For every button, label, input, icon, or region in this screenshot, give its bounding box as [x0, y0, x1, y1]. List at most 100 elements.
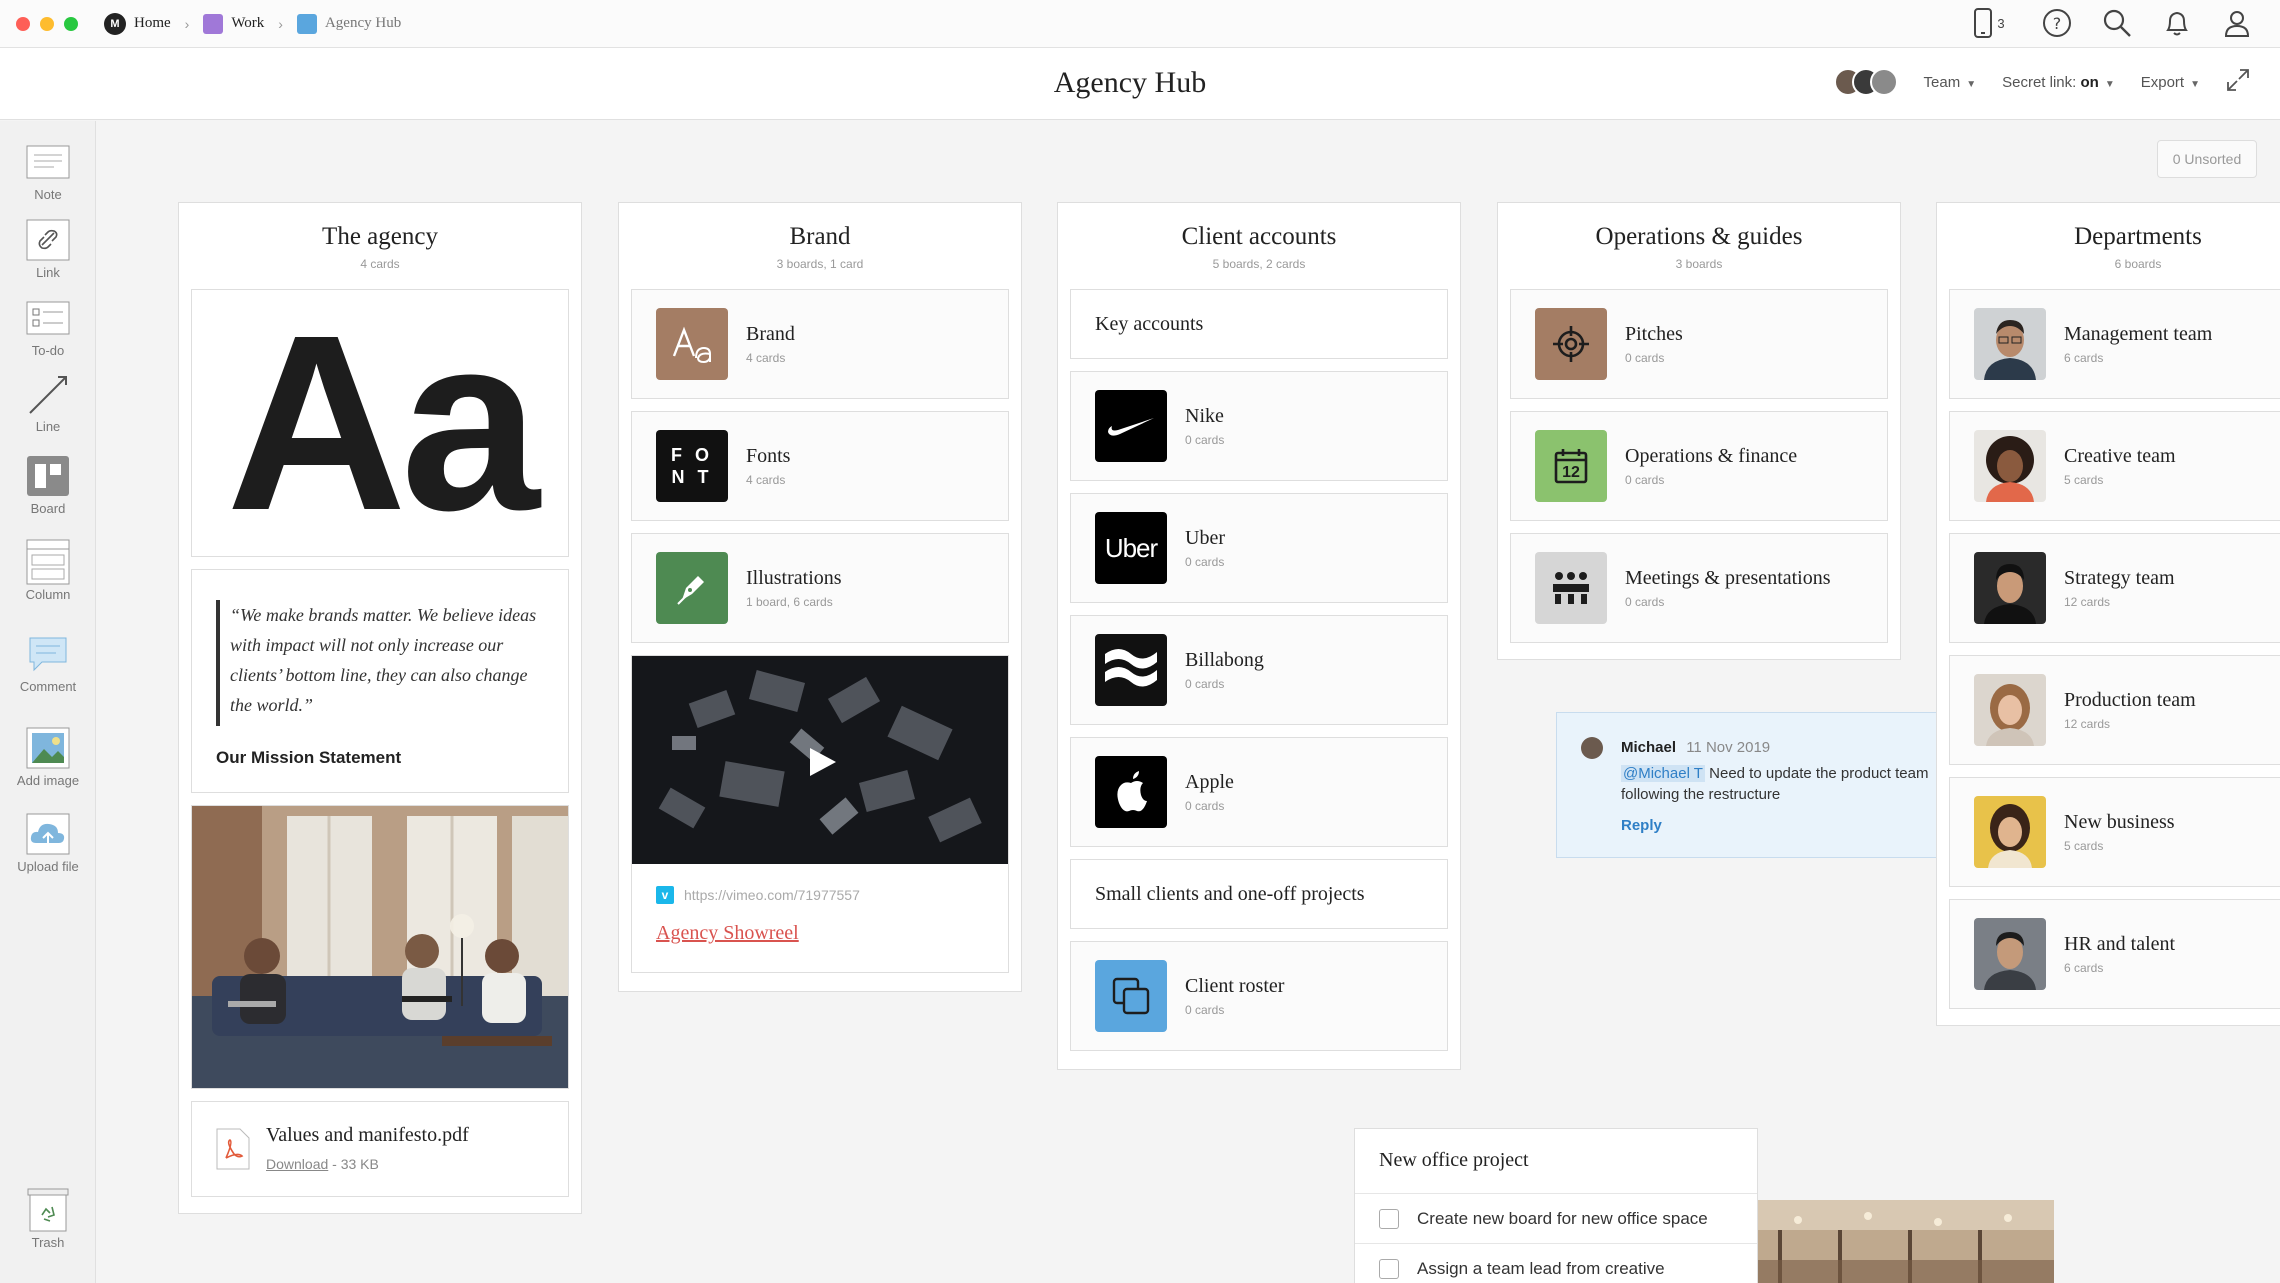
search-icon — [2103, 9, 2131, 37]
export-dropdown[interactable]: Export ▼ — [2141, 74, 2200, 91]
board-pitches[interactable]: Pitches 0 cards — [1510, 289, 1888, 399]
board-title-bar: Agency Hub Team ▼ Secret link: on ▼ Export… — [0, 48, 2280, 120]
board-brand[interactable]: Brand 4 cards — [631, 289, 1009, 399]
mobile-devices-button[interactable]: 3 — [1964, 6, 2014, 40]
board-management-team[interactable]: Management team 6 cards — [1949, 289, 2280, 399]
board-production-team[interactable]: Production team 12 cards — [1949, 655, 2280, 765]
comment-tool[interactable]: Comment — [0, 635, 96, 694]
phone-icon — [1974, 8, 1993, 38]
board-nike[interactable]: Nike 0 cards — [1070, 371, 1448, 481]
board-color-icon — [296, 13, 317, 34]
pen-nib-icon — [677, 576, 704, 605]
person-photo — [1974, 552, 2046, 624]
column-title[interactable]: Client accounts — [1058, 223, 1460, 251]
todo-checkbox[interactable] — [1379, 1208, 1399, 1229]
meeting-people-icon — [1535, 552, 1607, 624]
column-title[interactable]: Departments — [1937, 223, 2280, 251]
column-title[interactable]: Brand — [619, 223, 1021, 251]
board-illustrations[interactable]: Illustrations 1 board, 6 cards — [631, 533, 1009, 643]
tool-palette: Note Link To-do Line Board Column Commen… — [0, 121, 96, 1283]
board-new-business[interactable]: New business 5 cards — [1949, 777, 2280, 887]
todo-item[interactable]: Create new board for new office space — [1355, 1193, 1757, 1243]
comment-date: 11 Nov 2019 — [1686, 739, 1771, 756]
person-photo — [1974, 674, 2046, 746]
board-meetings-presentations[interactable]: Meetings & presentations 0 cards — [1510, 533, 1888, 643]
notifications-button[interactable] — [2160, 6, 2194, 40]
column-the-agency[interactable]: The agency 4 cards Aa “We make brands ma… — [178, 202, 582, 1214]
client-roster-icon — [1095, 960, 1167, 1032]
todo-list-card[interactable]: New office project Create new board for … — [1354, 1128, 1758, 1283]
breadcrumb-home[interactable]: M Home — [104, 12, 171, 35]
caret-down-icon: ▼ — [2104, 78, 2115, 90]
vimeo-icon: v — [656, 886, 674, 904]
add-image-tool[interactable]: Add image — [0, 727, 96, 788]
account-button[interactable] — [2220, 6, 2254, 40]
restaurant-photo — [1758, 1200, 2054, 1283]
trash-icon — [27, 1188, 69, 1232]
video-title-link[interactable]: Agency Showreel — [656, 922, 799, 945]
column-brand[interactable]: Brand 3 boards, 1 card Brand 4 cards F O… — [618, 202, 1022, 992]
file-name: Values and manifesto.pdf — [266, 1124, 469, 1146]
todo-checkbox[interactable] — [1379, 1258, 1399, 1279]
line-tool[interactable]: Line — [0, 375, 96, 434]
board-apple[interactable]: Apple 0 cards — [1070, 737, 1448, 847]
board-fonts[interactable]: F O N T Fonts 4 cards — [631, 411, 1009, 521]
maximize-window-button[interactable] — [64, 16, 78, 31]
todo-title[interactable]: New office project — [1379, 1149, 1529, 1172]
quote-text: “We make brands matter. We believe ideas… — [230, 605, 537, 715]
video-card[interactable]: v https://vimeo.com/71977557 Agency Show… — [631, 655, 1009, 973]
todo-item[interactable]: Assign a team lead from creative — [1355, 1243, 1757, 1283]
file-card[interactable]: Values and manifesto.pdf Download - 33 K… — [191, 1101, 569, 1197]
upload-file-tool[interactable]: Upload file — [0, 813, 96, 874]
board-hr-and-talent[interactable]: HR and talent 6 cards — [1949, 899, 2280, 1009]
board-client-roster[interactable]: Client roster 0 cards — [1070, 941, 1448, 1051]
comment-bubble-icon — [29, 637, 67, 672]
column-count: 3 boards — [1675, 257, 1723, 271]
mission-quote-card[interactable]: “We make brands matter. We believe ideas… — [191, 569, 569, 793]
download-link[interactable]: Download — [266, 1156, 328, 1172]
comment-mention[interactable]: @Michael T — [1621, 765, 1705, 782]
board-uber[interactable]: Uber Uber 0 cards — [1070, 493, 1448, 603]
video-thumbnail[interactable] — [632, 656, 1008, 864]
office-photo-card[interactable] — [191, 805, 569, 1089]
link-tool[interactable]: Link — [0, 219, 96, 280]
column-client-accounts[interactable]: Client accounts 5 boards, 2 cards Key ac… — [1057, 202, 1461, 1070]
trash-tool[interactable]: Trash — [0, 1188, 96, 1250]
restaurant-photo-card[interactable] — [1758, 1200, 2054, 1283]
help-button[interactable]: ? — [2040, 6, 2074, 40]
reply-button[interactable]: Reply — [1621, 817, 1662, 834]
apple-logo-icon — [1095, 756, 1167, 828]
board-operations-finance[interactable]: 12 Operations & finance 0 cards — [1510, 411, 1888, 521]
board-tool[interactable]: Board — [0, 456, 96, 516]
small-clients-note[interactable]: Small clients and one-off projects — [1070, 859, 1448, 929]
fullscreen-button[interactable] — [2226, 68, 2250, 96]
column-tool[interactable]: Column — [0, 539, 96, 602]
column-title[interactable]: Operations & guides — [1498, 223, 1900, 251]
todo-tool[interactable]: To-do — [0, 299, 96, 358]
uber-logo-icon: Uber — [1095, 512, 1167, 584]
breadcrumb-work[interactable]: Work — [203, 13, 264, 34]
note-tool[interactable]: Note — [0, 143, 96, 202]
search-button[interactable] — [2100, 6, 2134, 40]
board-creative-team[interactable]: Creative team 5 cards — [1949, 411, 2280, 521]
unsorted-notes-button[interactable]: 0 Unsorted — [2157, 140, 2257, 178]
minimize-window-button[interactable] — [40, 16, 54, 31]
comment-card[interactable]: Michael 11 Nov 2019 @Michael T Need to u… — [1556, 712, 1960, 858]
column-departments[interactable]: Departments 6 boards Management team 6 c… — [1936, 202, 2280, 1026]
secret-link-dropdown[interactable]: Secret link: on ▼ — [2002, 74, 2115, 91]
column-title[interactable]: The agency — [179, 223, 581, 251]
column-operations-guides[interactable]: Operations & guides 3 boards Pitches 0 c… — [1497, 202, 1901, 660]
collaborator-avatars[interactable] — [1833, 68, 1898, 96]
key-accounts-note[interactable]: Key accounts — [1070, 289, 1448, 359]
breadcrumb-current[interactable]: Agency Hub — [296, 13, 401, 34]
board-strategy-team[interactable]: Strategy team 12 cards — [1949, 533, 2280, 643]
breadcrumb: M Home › Work › Agency Hub — [104, 12, 401, 35]
video-url[interactable]: https://vimeo.com/71977557 — [684, 887, 860, 903]
font-sample-card[interactable]: Aa — [191, 289, 569, 557]
office-team-photo — [192, 806, 568, 1088]
board-color-icon — [203, 13, 224, 34]
close-window-button[interactable] — [16, 16, 30, 31]
board-billabong[interactable]: Billabong 0 cards — [1070, 615, 1448, 725]
column-count: 6 boards — [2114, 257, 2162, 271]
team-dropdown[interactable]: Team ▼ — [1924, 74, 1977, 91]
